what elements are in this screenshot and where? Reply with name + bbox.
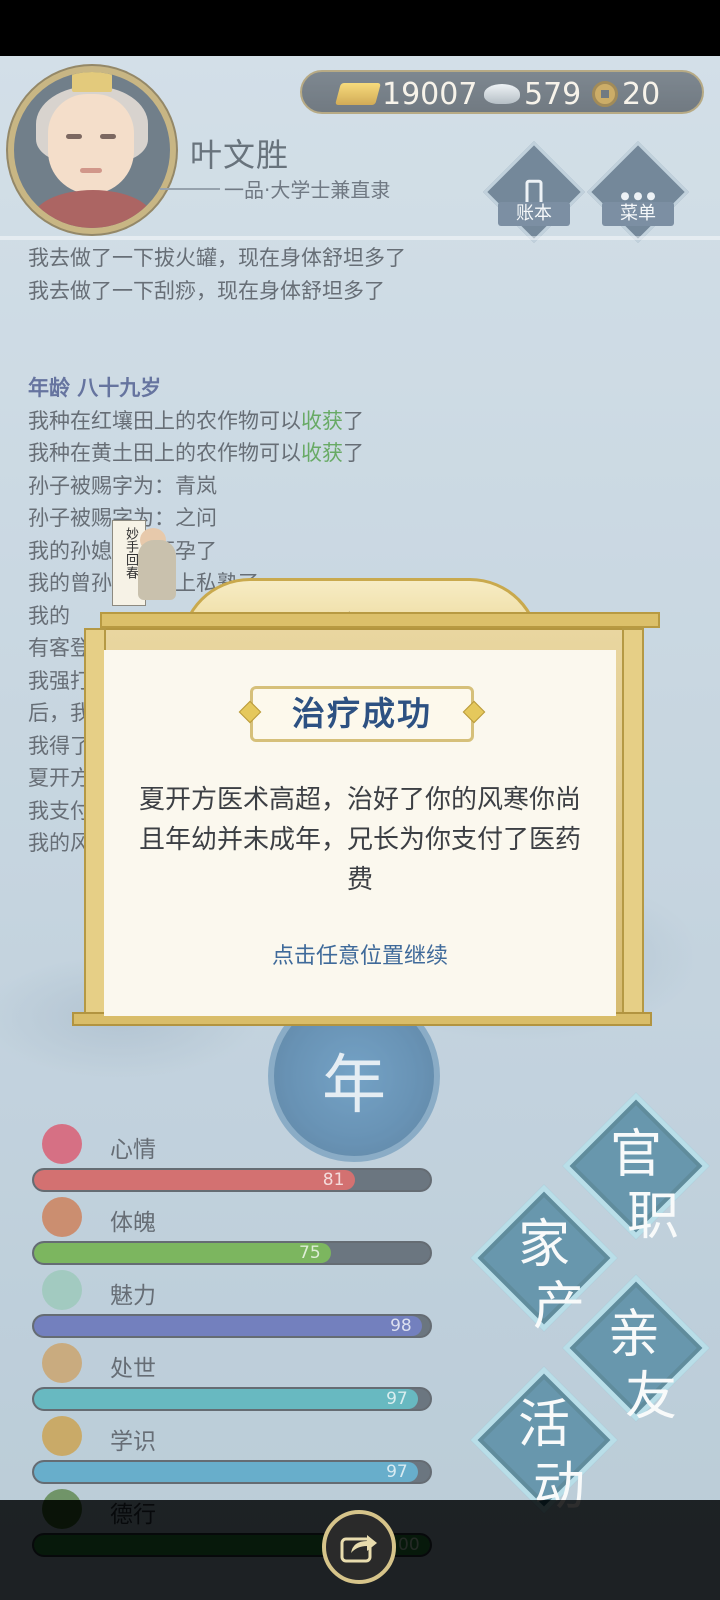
dialog-message: 夏开方医术高超，治好了你的风寒你尚且年幼并未成年，兄长为你支付了医药费	[138, 785, 581, 895]
dialog-pillar-right	[622, 628, 644, 1024]
continue-hint[interactable]: 点击任意位置继续	[104, 938, 616, 970]
dialog-title: 治疗成功	[292, 694, 432, 733]
scholar-figure	[138, 540, 176, 600]
dialog-pillar-left	[84, 628, 106, 1024]
status-bar	[0, 0, 720, 56]
dialog-beam	[100, 612, 660, 628]
share-arrow-icon	[340, 1535, 377, 1563]
share-button[interactable]	[322, 1510, 396, 1584]
